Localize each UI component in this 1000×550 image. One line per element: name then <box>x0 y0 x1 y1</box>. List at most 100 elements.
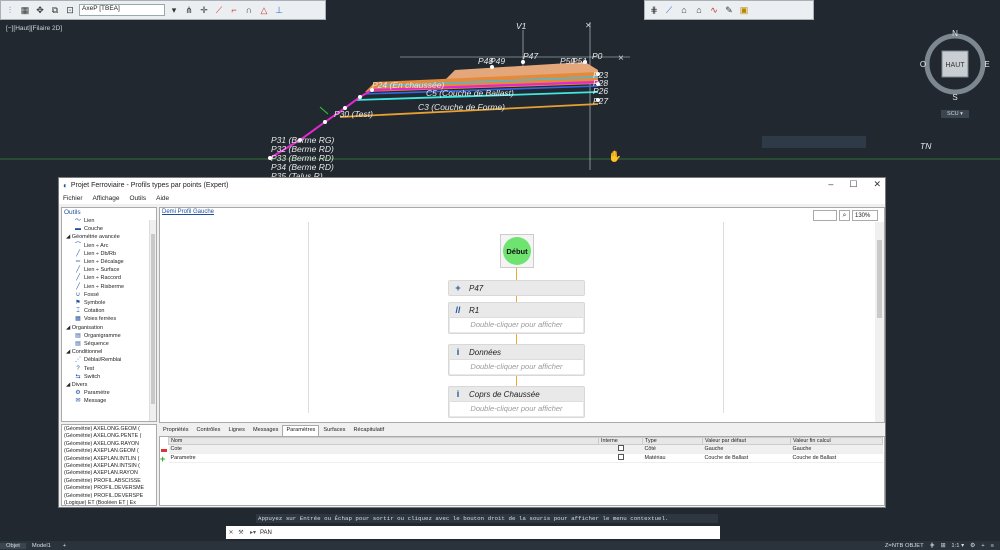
canvas-scrollbar[interactable] <box>875 222 884 422</box>
command-input[interactable]: ✕ ⚒ ▸▾ PAN <box>226 526 720 539</box>
link-icon: // <box>455 305 461 315</box>
tree-item[interactable]: ▤ Organigramme <box>66 332 156 340</box>
hand-cursor-icon: ✋ <box>608 150 622 163</box>
tree-item[interactable]: ⌶ Cotation <box>66 307 156 315</box>
row-default: Gauche <box>702 444 791 454</box>
tree-group[interactable]: ◢ Organisation <box>66 324 156 332</box>
close-icon[interactable]: ✕ <box>873 179 881 190</box>
tree-item[interactable]: ╱ Lien ÷ Surface <box>66 266 156 274</box>
tree-group[interactable]: ◢ Géométrie avancée <box>66 233 156 241</box>
function-item[interactable]: (Géométrie) AXELONG.GEOM ( <box>64 426 154 433</box>
close-command-icon[interactable]: ✕ <box>226 529 236 536</box>
viewcube[interactable]: HAUT N S E O SCU ▾ <box>917 26 993 118</box>
tree-item[interactable]: ⚑ Symbole <box>66 299 156 307</box>
remove-parameter-icon[interactable] <box>161 449 167 452</box>
node-corps-chaussee[interactable]: i Coprs de Chaussée Double-cliquer pour a… <box>448 386 585 418</box>
function-item[interactable]: (Géométrie) PROFIL.DEVERSME <box>64 485 154 492</box>
menu-icon[interactable]: ≡ <box>991 543 1000 549</box>
function-item[interactable]: (Géométrie) AXEPLAN.GEOM ( <box>64 448 154 455</box>
function-item[interactable]: (Géométrie) PROFIL.ABSCISSE <box>64 478 154 485</box>
tree-item[interactable]: ⋰ Déblai/Remblai <box>66 356 156 364</box>
col-final[interactable]: Valeur fin calcul <box>790 437 883 445</box>
function-item[interactable]: (Géométrie) AXEPLAN.INTLIN ( <box>64 456 154 463</box>
tab-controles[interactable]: Contrôles <box>193 425 225 436</box>
start-node[interactable]: Début <box>500 234 534 268</box>
maximize-icon[interactable]: ☐ <box>849 179 857 190</box>
snap-toggle-icon[interactable]: ⊞ <box>941 543 952 549</box>
node-p47[interactable]: + P47 <box>448 280 585 296</box>
node-donnees[interactable]: i Données Double-cliquer pour afficher <box>448 344 585 376</box>
function-item[interactable]: (Géométrie) PROFIL.DEVERSPE <box>64 493 154 500</box>
menu-aide[interactable]: Aide <box>156 195 169 202</box>
node-r1[interactable]: // R1 Double-cliquer pour afficher <box>448 302 585 334</box>
function-item[interactable]: (Géométrie) AXELONG.PENTE ( <box>64 433 154 440</box>
tool-icon: ╱ <box>76 275 80 282</box>
functions-list[interactable]: (Géométrie) AXELONG.GEOM ((Géométrie) AX… <box>61 424 157 506</box>
tab-messages[interactable]: Messages <box>249 425 283 436</box>
tree-group[interactable]: ◢ Conditionnel <box>66 348 156 356</box>
tree-item[interactable]: ∪ Fossé <box>66 291 156 299</box>
tab-recapitulatif[interactable]: Récapitulatif <box>349 425 388 436</box>
function-item[interactable]: (Géométrie) AXELONG.RAYON <box>64 441 154 448</box>
add-layout-icon[interactable]: + <box>57 543 72 549</box>
tree-item-label: Test <box>84 365 95 372</box>
search-icon[interactable]: ⌕ <box>839 210 850 221</box>
ucs-button[interactable]: SCU ▾ <box>941 110 969 118</box>
tree-item[interactable]: ═ Lien ÷ Décalage <box>66 258 156 266</box>
tree-item[interactable]: ⌒ Lien ÷ Arc <box>66 242 156 250</box>
tab-proprietes[interactable]: Propriétés <box>159 425 193 436</box>
menu-fichier[interactable]: Fichier <box>63 195 83 202</box>
add-icon[interactable]: + <box>981 543 990 549</box>
tab-objet[interactable]: Objet <box>0 542 26 549</box>
function-item[interactable]: (Logique) ET (Booléen ET | Ex <box>64 500 154 505</box>
tab-lignes[interactable]: Lignes <box>224 425 248 436</box>
tab-model1[interactable]: Model1 <box>26 543 57 549</box>
dialog-titlebar[interactable]: ◐ Projet Ferroviaire - Profils types par… <box>59 178 885 192</box>
tools-scrollbar[interactable] <box>149 220 156 421</box>
node-body: Double-cliquer pour afficher <box>450 359 583 374</box>
tab-surfaces[interactable]: Surfaces <box>319 425 349 436</box>
tree-item[interactable]: ? Test <box>66 365 156 373</box>
col-type[interactable]: Type <box>642 437 703 445</box>
interne-checkbox[interactable] <box>617 454 624 460</box>
tree-item[interactable]: ╱ Lien ÷ Db/Rb <box>66 250 156 258</box>
tree-item[interactable]: ╱ Lien ÷ Risberme <box>66 283 156 291</box>
interne-checkbox[interactable] <box>617 445 624 451</box>
menu-outils[interactable]: Outils <box>130 195 147 202</box>
function-item[interactable]: (Géométrie) AXEPLAN.INTSIN ( <box>64 463 154 470</box>
menu-affichage[interactable]: Affichage <box>93 195 120 202</box>
tree-item[interactable]: ⇆ Switch <box>66 373 156 381</box>
tree-item[interactable]: ▬ Couche <box>66 225 156 233</box>
tree-item[interactable]: ▦ Voies ferrées <box>66 315 156 323</box>
settings-icon[interactable]: ⚙ <box>970 543 981 549</box>
wrench-icon[interactable]: ⚒ <box>236 529 246 536</box>
tree-item[interactable]: 〜 Lien <box>66 217 156 225</box>
scale-select[interactable]: 1:1 ▾ <box>951 543 970 549</box>
axis-cross-icon: × <box>618 53 624 64</box>
table-row[interactable]: Cote Côté Gauche Gauche <box>168 444 883 454</box>
tool-icon: ▬ <box>75 226 81 233</box>
flowchart-canvas[interactable]: Demi Profil Gauche ⌕ 130% Début + P47 // R… <box>159 207 885 423</box>
tab-parametres[interactable]: Paramètres <box>282 425 320 436</box>
breadcrumb[interactable]: Demi Profil Gauche <box>162 209 214 215</box>
table-row[interactable]: Parametre Matériau Couche de Ballast Cou… <box>168 453 883 463</box>
tree-item[interactable]: ✉ Message <box>66 397 156 405</box>
search-field[interactable] <box>813 210 837 221</box>
zoom-select[interactable]: 130% <box>852 210 878 221</box>
label-c5: C5 (Couche de Ballast) <box>426 88 514 98</box>
tree-group[interactable]: ◢ Divers <box>66 381 156 389</box>
function-item[interactable]: (Géométrie) AXEPLAN.RAYON <box>64 470 154 477</box>
tree-item-label: Lien ÷ Db/Rb <box>84 250 117 257</box>
add-parameter-icon[interactable]: + <box>160 455 165 464</box>
start-label: Début <box>503 237 531 265</box>
tree-item[interactable]: ╱ Lien ÷ Raccord <box>66 274 156 282</box>
col-nom[interactable]: Nom <box>168 437 599 445</box>
tree-item[interactable]: ⚙ Paramètre <box>66 389 156 397</box>
col-interne[interactable]: Interne <box>598 437 643 445</box>
row-type: Côté <box>642 444 703 454</box>
grid-toggle-icon[interactable]: ⋕ <box>930 543 941 549</box>
label-p30: P30 (Test) <box>334 109 373 119</box>
minimize-icon[interactable]: – <box>828 179 833 190</box>
tree-item[interactable]: ▤ Séquence <box>66 340 156 348</box>
col-default[interactable]: Valeur par défaut <box>702 437 791 445</box>
